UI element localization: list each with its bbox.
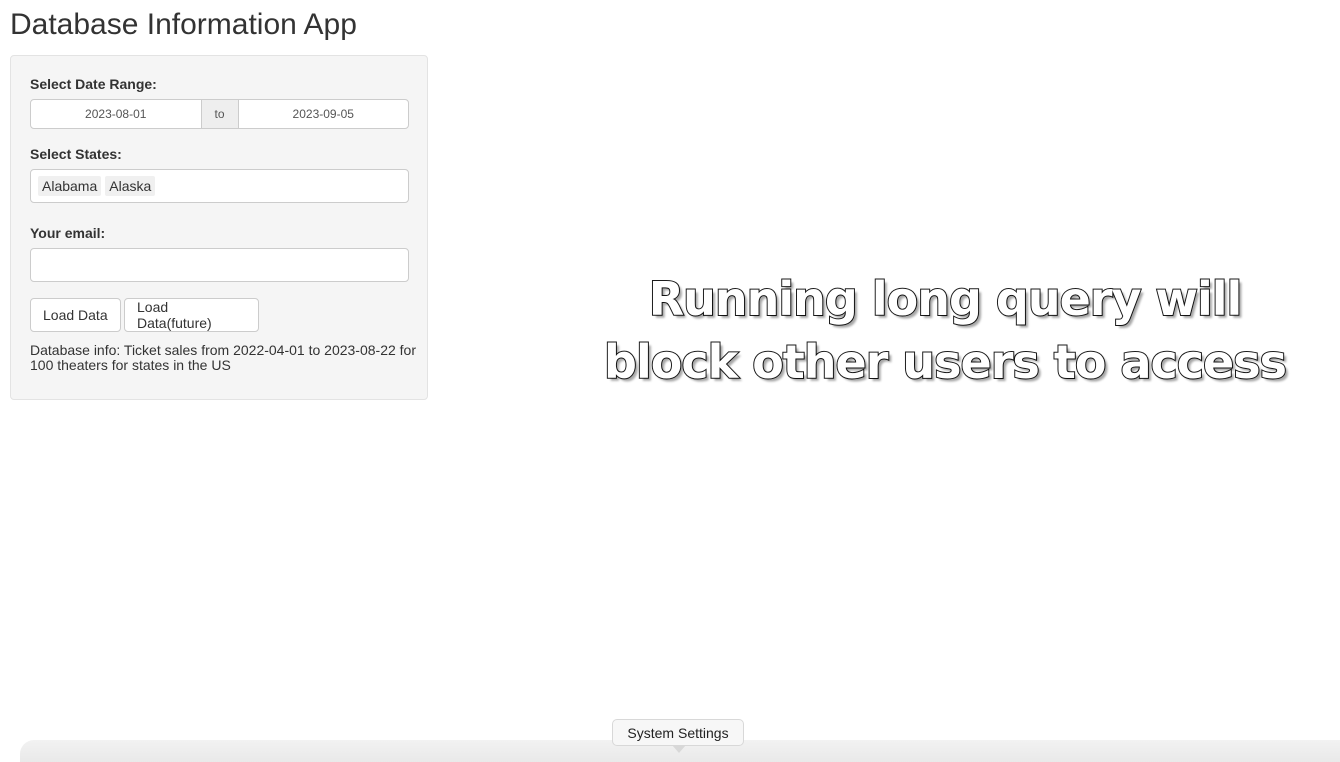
state-chip-alaska[interactable]: Alaska <box>105 176 156 196</box>
overlay-caption-line-2: block other users to access <box>603 334 1288 390</box>
date-range-input: 2023-08-01 to 2023-09-05 <box>30 99 409 129</box>
sidebar-panel: Select Date Range: 2023-08-01 to 2023-09… <box>10 55 428 400</box>
date-range-separator: to <box>201 99 238 129</box>
overlay-caption: Running long query will block other user… <box>560 268 1330 394</box>
date-range-label: Select Date Range: <box>30 76 157 92</box>
email-field[interactable] <box>30 248 409 282</box>
load-data-button[interactable]: Load Data <box>30 298 121 332</box>
tooltip-arrow <box>672 745 686 753</box>
database-info-text: Database info: Ticket sales from 2022-04… <box>30 342 416 373</box>
start-date-input[interactable]: 2023-08-01 <box>30 99 202 129</box>
email-label: Your email: <box>30 225 106 241</box>
load-data-future-button[interactable]: Load Data(future) <box>124 298 259 332</box>
dock-tooltip: System Settings <box>612 719 744 746</box>
end-date-input[interactable]: 2023-09-05 <box>237 99 409 129</box>
state-chip-alabama[interactable]: Alabama <box>38 176 102 196</box>
overlay-caption-line-1: Running long query will <box>648 271 1244 327</box>
app-title: Database Information App <box>10 8 357 41</box>
states-select[interactable]: Alabama Alaska <box>30 169 409 203</box>
states-label: Select States: <box>30 146 122 162</box>
